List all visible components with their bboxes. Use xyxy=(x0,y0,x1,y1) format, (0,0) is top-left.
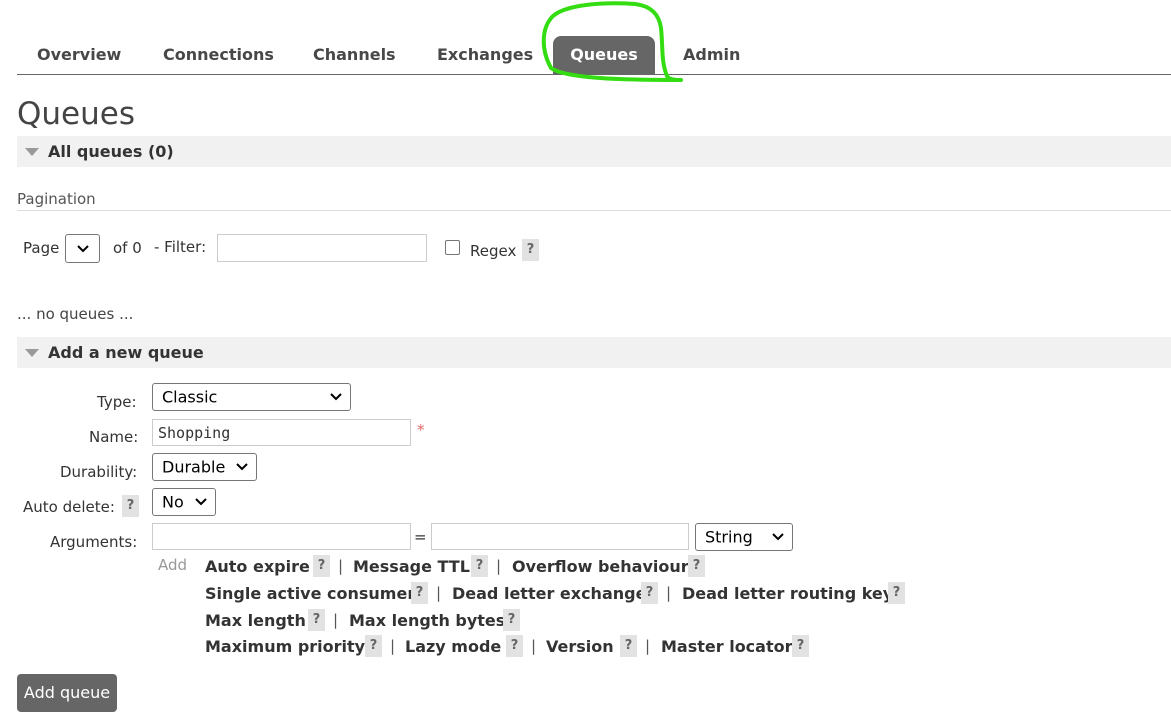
arg-link-single-active-consumer[interactable]: Single active consumer xyxy=(205,584,415,603)
argument-value-input[interactable] xyxy=(431,523,689,550)
separator: | xyxy=(333,611,339,629)
add-queue-button[interactable]: Add queue xyxy=(17,674,117,712)
arg-link-dead-letter-exchange[interactable]: Dead letter exchange xyxy=(452,584,646,603)
tab-connections[interactable]: Connections xyxy=(163,36,274,74)
collapse-triangle-icon xyxy=(25,349,39,357)
argument-key-input[interactable] xyxy=(152,523,411,550)
arg-link-dead-letter-routing-key[interactable]: Dead letter routing key xyxy=(682,584,893,603)
page-count: of 0 xyxy=(113,239,142,257)
separator: | xyxy=(531,637,537,655)
help-button[interactable]: ? xyxy=(503,609,520,631)
argument-type-select[interactable]: String xyxy=(695,523,793,551)
main-nav-tabs: Overview Connections Channels Exchanges … xyxy=(17,36,1171,75)
empty-queues-text: ... no queues ... xyxy=(17,305,134,323)
separator: | xyxy=(390,637,396,655)
rabbitmq-queues-page: Overview Connections Channels Exchanges … xyxy=(0,0,1171,721)
all-queues-section-toggle[interactable]: All queues (0) xyxy=(17,136,1171,167)
arguments-label: Arguments: xyxy=(50,533,138,551)
help-button[interactable]: ? xyxy=(506,635,523,657)
separator: | xyxy=(338,557,344,575)
required-marker: * xyxy=(417,421,425,439)
auto-delete-label: Auto delete: xyxy=(23,498,115,516)
type-select[interactable]: Classic xyxy=(152,383,351,411)
filter-label: - Filter: xyxy=(154,238,207,256)
tab-admin[interactable]: Admin xyxy=(683,36,740,74)
arg-link-master-locator[interactable]: Master locator xyxy=(661,637,793,656)
help-button[interactable]: ? xyxy=(365,635,382,657)
arg-link-message-ttl[interactable]: Message TTL xyxy=(353,557,470,576)
help-button[interactable]: ? xyxy=(313,555,330,577)
separator: | xyxy=(645,637,651,655)
page-label: Page xyxy=(23,239,60,257)
auto-delete-help-button[interactable]: ? xyxy=(122,495,139,517)
page-select[interactable] xyxy=(65,234,100,263)
add-queue-section-toggle[interactable]: Add a new queue xyxy=(17,337,1171,368)
auto-delete-select-value: No xyxy=(162,492,184,512)
help-button[interactable]: ? xyxy=(620,635,637,657)
add-queue-header: Add a new queue xyxy=(48,343,204,362)
help-button[interactable]: ? xyxy=(641,582,658,604)
chevron-down-icon xyxy=(236,463,248,471)
tab-overview[interactable]: Overview xyxy=(37,36,121,74)
regex-label: Regex xyxy=(470,242,517,260)
type-label: Type: xyxy=(97,393,137,411)
separator: | xyxy=(436,584,442,602)
arg-link-lazy-mode[interactable]: Lazy mode xyxy=(405,637,501,656)
separator: | xyxy=(666,584,672,602)
pagination-title: Pagination xyxy=(17,190,96,208)
argument-type-select-value: String xyxy=(705,527,753,547)
arg-link-overflow-behaviour[interactable]: Overflow behaviour xyxy=(512,557,689,576)
regex-help-button[interactable]: ? xyxy=(522,239,539,261)
durability-select[interactable]: Durable xyxy=(152,453,257,481)
queue-name-value: Shopping xyxy=(158,423,231,442)
all-queues-header: All queues (0) xyxy=(48,142,174,161)
tab-exchanges[interactable]: Exchanges xyxy=(437,36,533,74)
type-select-value: Classic xyxy=(162,387,218,407)
durability-label: Durability: xyxy=(60,463,138,481)
arg-link-max-length[interactable]: Max length xyxy=(205,611,306,630)
regex-checkbox[interactable] xyxy=(445,240,460,255)
chevron-down-icon xyxy=(77,244,89,252)
arg-link-auto-expire[interactable]: Auto expire xyxy=(205,557,310,576)
collapse-triangle-icon xyxy=(25,148,39,156)
durability-select-value: Durable xyxy=(162,457,226,477)
chevron-down-icon xyxy=(330,393,342,401)
chevron-down-icon xyxy=(772,533,784,541)
tab-queues[interactable]: Queues xyxy=(553,36,655,74)
page-title: Queues xyxy=(17,96,135,132)
help-button[interactable]: ? xyxy=(411,582,428,604)
queue-name-input[interactable]: Shopping xyxy=(152,419,411,446)
separator: | xyxy=(496,557,502,575)
help-button[interactable]: ? xyxy=(888,582,905,604)
add-argument-link[interactable]: Add xyxy=(158,556,187,574)
arg-link-max-length-bytes[interactable]: Max length bytes xyxy=(349,611,505,630)
help-button[interactable]: ? xyxy=(792,635,809,657)
pagination-divider xyxy=(17,210,1171,211)
chevron-down-icon xyxy=(195,498,207,506)
equals-sign: = xyxy=(414,528,427,546)
help-button[interactable]: ? xyxy=(688,555,705,577)
arg-link-version[interactable]: Version xyxy=(546,637,614,656)
name-label: Name: xyxy=(89,428,139,446)
arg-link-maximum-priority[interactable]: Maximum priority xyxy=(205,637,365,656)
help-button[interactable]: ? xyxy=(308,609,325,631)
tab-channels[interactable]: Channels xyxy=(313,36,396,74)
help-button[interactable]: ? xyxy=(471,555,488,577)
filter-input[interactable] xyxy=(217,234,427,262)
auto-delete-select[interactable]: No xyxy=(152,488,216,516)
